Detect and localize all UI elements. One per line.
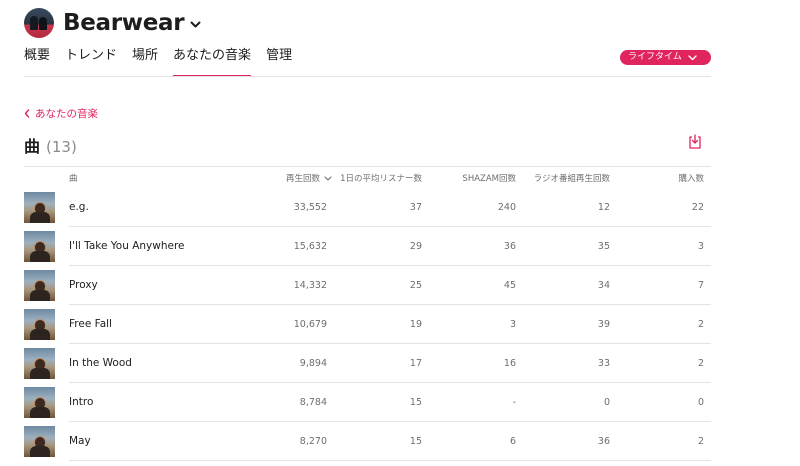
avg-listeners-value: 25 xyxy=(409,280,422,291)
column-header-song[interactable]: 曲 xyxy=(69,172,78,184)
plays-value: 9,894 xyxy=(299,358,327,369)
radio-value: 35 xyxy=(597,241,610,252)
shazam-value: 6 xyxy=(509,436,516,447)
tab-trends[interactable]: トレンド xyxy=(65,47,117,77)
song-artwork xyxy=(24,270,55,301)
table-row[interactable]: Intro 8,784 15 - 0 0 xyxy=(0,383,800,422)
song-title[interactable]: I'll Take You Anywhere xyxy=(69,240,185,252)
radio-value: 33 xyxy=(597,358,610,369)
song-title[interactable]: In the Wood xyxy=(69,357,132,369)
shazam-value: 36 xyxy=(503,241,516,252)
song-title[interactable]: e.g. xyxy=(69,201,89,213)
song-title[interactable]: Proxy xyxy=(69,279,98,291)
table-row[interactable]: Proxy 14,332 25 45 34 7 xyxy=(0,266,800,305)
plays-value: 8,784 xyxy=(299,397,327,408)
shazam-value: - xyxy=(512,397,516,408)
radio-value: 12 xyxy=(597,202,610,213)
table-header-divider xyxy=(24,166,711,167)
song-title[interactable]: Intro xyxy=(69,396,93,408)
chevron-down-icon xyxy=(324,175,332,181)
song-artwork xyxy=(24,387,55,418)
column-header-radio[interactable]: ラジオ番組再生回数 xyxy=(520,172,610,184)
purchases-value: 2 xyxy=(697,436,704,447)
song-artwork xyxy=(24,348,55,379)
radio-value: 36 xyxy=(597,436,610,447)
period-label: ライフタイム xyxy=(628,52,682,62)
section-title: 曲 xyxy=(24,137,41,156)
main-tabs: 概要 トレンド 場所 あなたの音楽 管理 xyxy=(24,47,307,77)
song-artwork xyxy=(24,231,55,262)
song-artwork xyxy=(24,309,55,340)
avg-listeners-value: 15 xyxy=(409,436,422,447)
artist-avatar[interactable] xyxy=(24,8,54,38)
column-header-purchases[interactable]: 購入数 xyxy=(654,172,704,184)
plays-value: 10,679 xyxy=(293,319,327,330)
tabs-divider xyxy=(24,76,711,77)
song-title[interactable]: May xyxy=(69,435,91,447)
shazam-value: 3 xyxy=(509,319,516,330)
chevron-down-icon[interactable] xyxy=(190,21,201,29)
avg-listeners-value: 19 xyxy=(409,319,422,330)
plays-value: 33,552 xyxy=(293,202,327,213)
section-count: (13) xyxy=(46,138,77,156)
purchases-value: 0 xyxy=(697,397,704,408)
tab-manage[interactable]: 管理 xyxy=(266,47,292,77)
plays-value: 8,270 xyxy=(299,436,327,447)
avg-listeners-value: 37 xyxy=(409,202,422,213)
avg-listeners-value: 29 xyxy=(409,241,422,252)
song-artwork xyxy=(24,426,55,457)
purchases-value: 3 xyxy=(697,241,704,252)
shazam-value: 16 xyxy=(503,358,516,369)
section-heading: 曲 (13) xyxy=(24,133,77,157)
column-header-plays[interactable]: 再生回数 xyxy=(262,172,332,184)
purchases-value: 22 xyxy=(691,202,704,213)
column-header-shazam[interactable]: SHAZAM回数 xyxy=(436,172,516,184)
plays-value: 14,332 xyxy=(293,280,327,291)
download-icon[interactable] xyxy=(687,134,703,150)
chevron-left-icon xyxy=(24,109,30,118)
back-link[interactable]: あなたの音楽 xyxy=(24,106,98,121)
tab-your-music[interactable]: あなたの音楽 xyxy=(173,47,252,77)
row-divider xyxy=(69,460,711,461)
column-header-plays-label: 再生回数 xyxy=(285,174,320,184)
chevron-down-icon xyxy=(688,54,697,61)
tab-places[interactable]: 場所 xyxy=(132,47,158,77)
table-row[interactable]: In the Wood 9,894 17 16 33 2 xyxy=(0,344,800,383)
column-header-avg-listeners[interactable]: 1日の平均リスナー数 xyxy=(332,172,422,184)
avg-listeners-value: 17 xyxy=(409,358,422,369)
purchases-value: 7 xyxy=(697,280,704,291)
plays-value: 15,632 xyxy=(293,241,327,252)
artist-header: Bearwear xyxy=(24,8,201,38)
back-link-label: あなたの音楽 xyxy=(35,108,98,120)
shazam-value: 240 xyxy=(497,202,516,213)
table-row[interactable]: May 8,270 15 6 36 2 xyxy=(0,422,800,461)
purchases-value: 2 xyxy=(697,358,704,369)
shazam-value: 45 xyxy=(503,280,516,291)
artist-name[interactable]: Bearwear xyxy=(63,10,185,36)
table-row[interactable]: Free Fall 10,679 19 3 39 2 xyxy=(0,305,800,344)
table-row[interactable]: I'll Take You Anywhere 15,632 29 36 35 3 xyxy=(0,227,800,266)
period-selector-button[interactable]: ライフタイム xyxy=(620,50,711,65)
radio-value: 34 xyxy=(597,280,610,291)
table-row[interactable]: e.g. 33,552 37 240 12 22 xyxy=(0,188,800,227)
song-title[interactable]: Free Fall xyxy=(69,318,112,330)
radio-value: 0 xyxy=(603,397,610,408)
song-artwork xyxy=(24,192,55,223)
tab-overview[interactable]: 概要 xyxy=(24,47,50,77)
radio-value: 39 xyxy=(597,319,610,330)
purchases-value: 2 xyxy=(697,319,704,330)
avg-listeners-value: 15 xyxy=(409,397,422,408)
